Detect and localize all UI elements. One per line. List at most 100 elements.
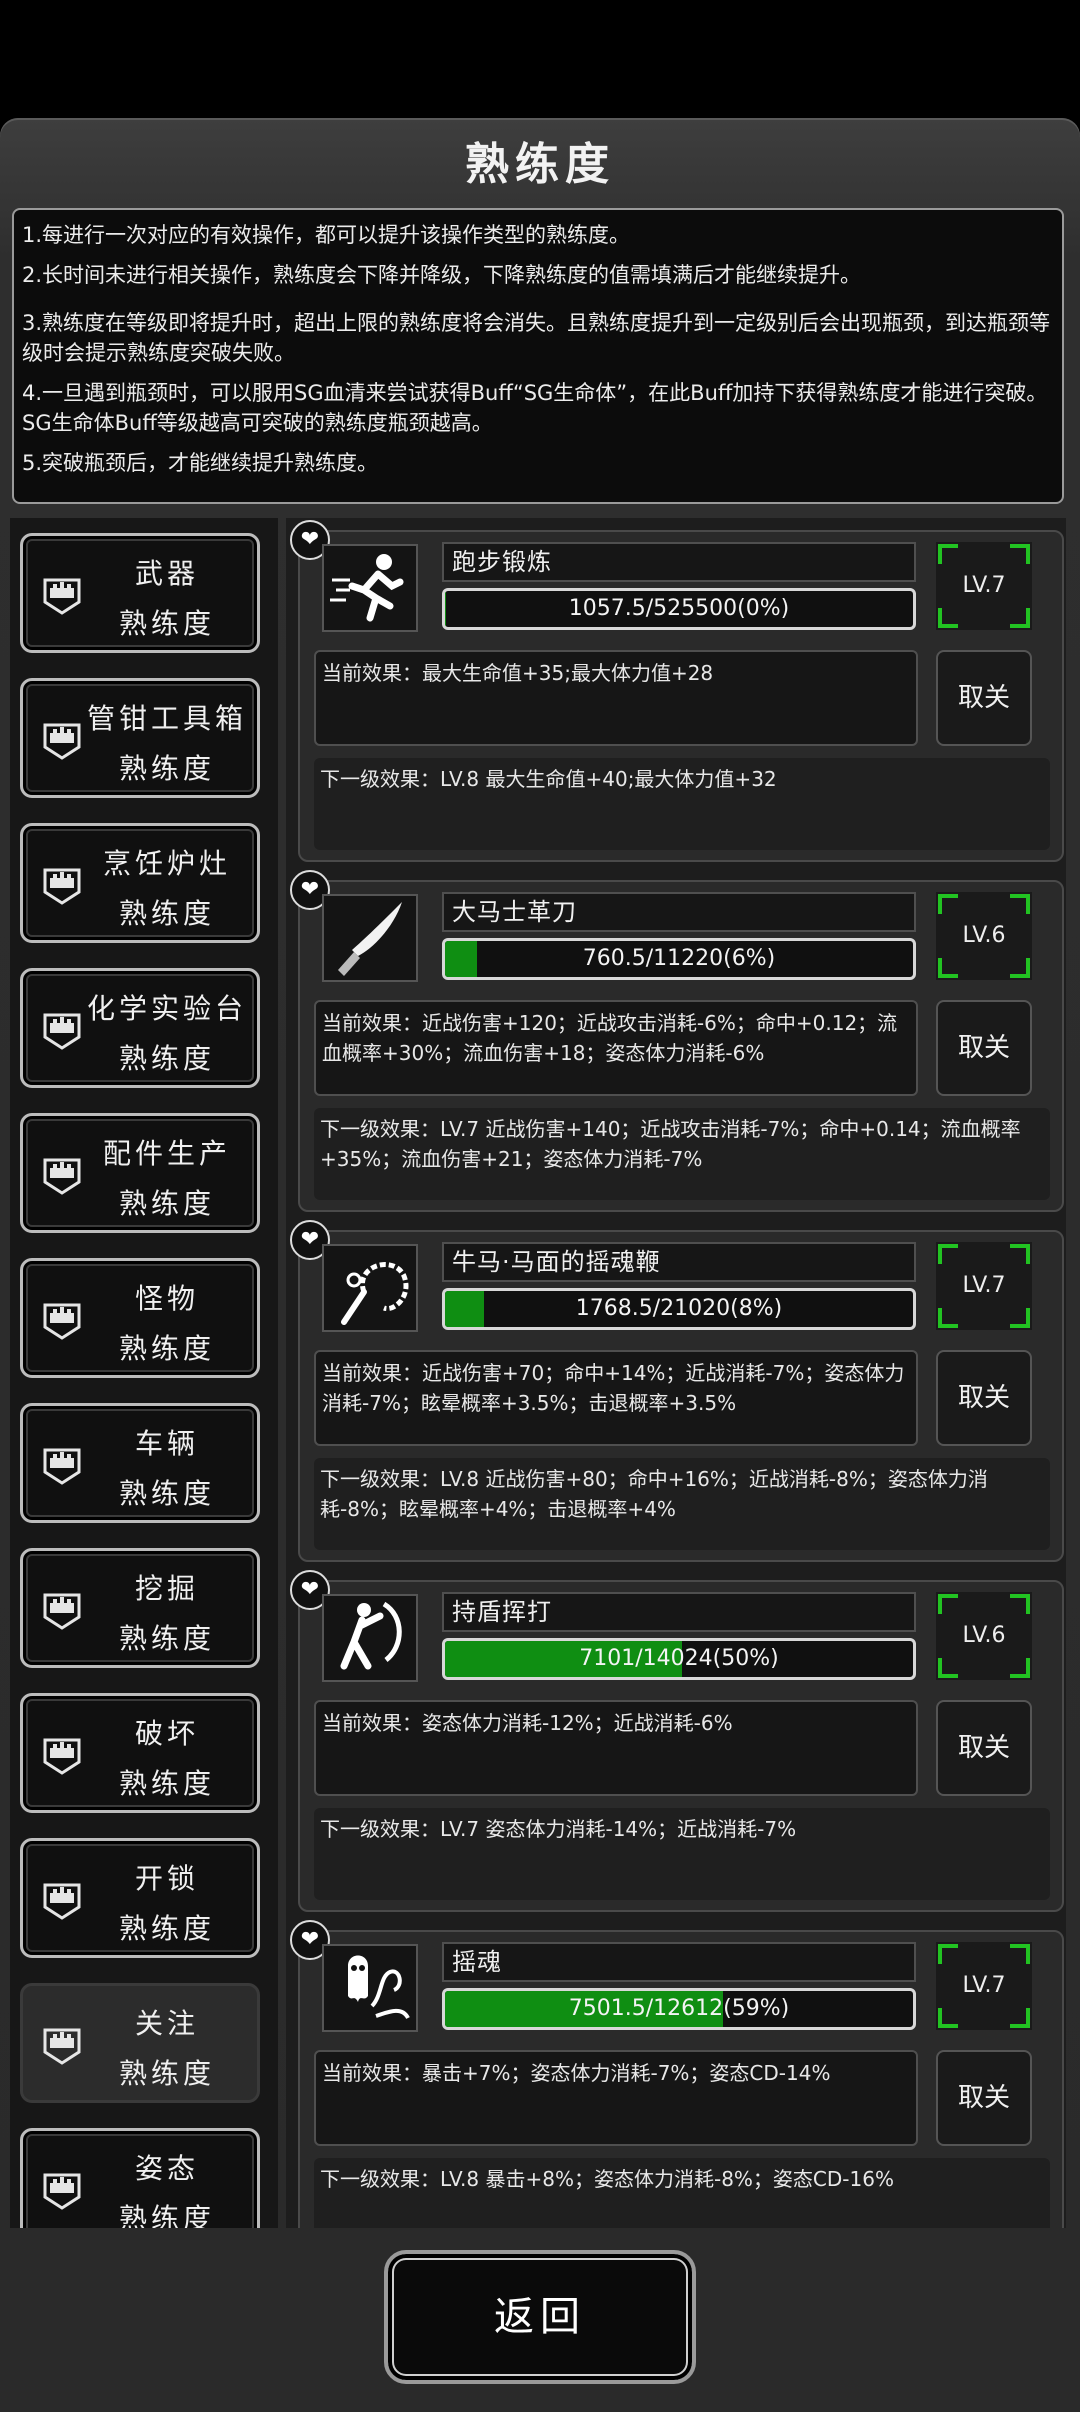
category-sublabel: 熟练度 <box>118 1622 215 1655</box>
corner-bracket-icon <box>1010 1658 1030 1678</box>
corner-bracket-icon <box>1010 2008 1030 2028</box>
skill-card: ❤ 摇魂 7501.5/12612(59%) LV.7 当前效果：暴击+7%；姿态体力消… <box>290 1920 1064 2228</box>
category-label: 关注 <box>134 2007 199 2040</box>
progress-bar: 760.5/11220(6%) <box>442 938 916 980</box>
progress-bar: 1057.5/525500(0%) <box>442 588 916 630</box>
description-line: 5.突破瓶颈后，才能继续提升熟练度。 <box>22 451 379 475</box>
level-text: LV.6 <box>962 923 1006 948</box>
description-box: 1.每进行一次对应的有效操作，都可以提升该操作类型的熟练度。 2.长时间未进行相… <box>12 208 1064 504</box>
category-label: 烹饪炉灶 <box>102 847 231 880</box>
category-tab[interactable]: 车辆 熟练度 <box>20 1403 260 1523</box>
level-text: LV.7 <box>962 1273 1006 1298</box>
skill-card: ❤ 牛马·马面的摇魂鞭 1768.5/21020(8%) LV.7 当前效果：近战伤害+… <box>290 1220 1064 1562</box>
category-label: 怪物 <box>134 1282 199 1315</box>
skill-list[interactable]: ❤ 跑步锻炼 1057.5/525500(0%) LV.7 当前效果：最大生命值+35;… <box>286 518 1066 2228</box>
corner-bracket-icon <box>938 544 958 564</box>
badge-icon <box>41 1591 83 1631</box>
category-tab[interactable]: 怪物 熟练度 <box>20 1258 260 1378</box>
corner-bracket-icon <box>938 2008 958 2028</box>
category-sublabel: 熟练度 <box>118 1477 215 1510</box>
badge-icon <box>41 1156 83 1196</box>
level-badge: LV.7 <box>936 1242 1032 1330</box>
badge-icon <box>41 1881 83 1921</box>
category-tab[interactable]: 关注 熟练度 <box>20 1983 260 2103</box>
category-sublabel: 熟练度 <box>118 607 215 640</box>
back-button[interactable]: 返回 <box>384 2250 696 2384</box>
skill-name: 跑步锻炼 <box>442 542 916 582</box>
category-sidebar[interactable]: 武器 熟练度 管钳工具箱 熟练度 烹饪炉灶 熟练度 化学实验台 熟练度 配件生产 熟练度 怪物 熟练度… <box>10 518 278 2228</box>
badge-icon <box>41 2026 83 2066</box>
progress-text: 1057.5/525500(0%) <box>568 596 790 621</box>
corner-bracket-icon <box>938 1594 958 1614</box>
skill-card: ❤ 大马士革刀 760.5/11220(6%) LV.6 当前效果：近战伤害+120；近… <box>290 870 1064 1212</box>
progress-text: 7101/14024(50%) <box>579 1646 779 1671</box>
category-sublabel: 熟练度 <box>118 2202 215 2228</box>
skill-name: 持盾挥打 <box>442 1592 916 1632</box>
knife-icon <box>322 894 418 982</box>
level-text: LV.6 <box>962 1623 1006 1648</box>
current-effect: 当前效果：近战伤害+70；命中+14%；近战消耗-7%；姿态体力消耗-7%；眩晕… <box>314 1350 918 1446</box>
category-label: 挖掘 <box>134 1572 199 1605</box>
progress-text: 760.5/11220(6%) <box>582 946 776 971</box>
corner-bracket-icon <box>938 1308 958 1328</box>
level-text: LV.7 <box>962 573 1006 598</box>
category-tab[interactable]: 姿态 熟练度 <box>20 2128 260 2228</box>
corner-bracket-icon <box>938 958 958 978</box>
category-label: 车辆 <box>134 1427 199 1460</box>
category-label: 姿态 <box>134 2152 199 2185</box>
skill-name: 牛马·马面的摇魂鞭 <box>442 1242 916 1282</box>
category-label: 开锁 <box>134 1862 199 1895</box>
corner-bracket-icon <box>1010 1308 1030 1328</box>
whip-icon <box>322 1244 418 1332</box>
category-sublabel: 熟练度 <box>118 1767 215 1800</box>
next-level-effect: 下一级效果：LV.8 最大生命值+40;最大体力值+32 <box>314 758 1050 850</box>
category-tab[interactable]: 挖掘 熟练度 <box>20 1548 260 1668</box>
category-tab[interactable]: 烹饪炉灶 熟练度 <box>20 823 260 943</box>
category-sublabel: 熟练度 <box>118 1912 215 1945</box>
category-tab[interactable]: 管钳工具箱 熟练度 <box>20 678 260 798</box>
badge-icon <box>41 1011 83 1051</box>
progress-text: 1768.5/21020(8%) <box>575 1296 783 1321</box>
description-line: 3.熟练度在等级即将提升时，超出上限的熟练度将会消失。且熟练度提升到一定级别后会… <box>22 311 1051 365</box>
corner-bracket-icon <box>1010 608 1030 628</box>
badge-icon <box>41 1446 83 1486</box>
current-effect: 当前效果：近战伤害+120；近战攻击消耗-6%；命中+0.12；流血概率+30%… <box>314 1000 918 1096</box>
unfollow-button[interactable]: 取关 <box>936 1700 1032 1796</box>
corner-bracket-icon <box>1010 544 1030 564</box>
current-effect: 当前效果：最大生命值+35;最大体力值+28 <box>314 650 918 746</box>
category-label: 化学实验台 <box>86 992 247 1025</box>
current-effect: 当前效果：暴击+7%；姿态体力消耗-7%；姿态CD-14% <box>314 2050 918 2146</box>
category-tab[interactable]: 配件生产 熟练度 <box>20 1113 260 1233</box>
category-sublabel: 熟练度 <box>118 1187 215 1220</box>
unfollow-button[interactable]: 取关 <box>936 1000 1032 1096</box>
skill-card: ❤ 持盾挥打 7101/14024(50%) LV.6 当前效果：姿态体力消耗-12%；… <box>290 1570 1064 1912</box>
corner-bracket-icon <box>938 1244 958 1264</box>
corner-bracket-icon <box>938 1658 958 1678</box>
unfollow-button[interactable]: 取关 <box>936 2050 1032 2146</box>
skill-name: 大马士革刀 <box>442 892 916 932</box>
current-effect: 当前效果：姿态体力消耗-12%；近战消耗-6% <box>314 1700 918 1796</box>
page-title: 熟练度 <box>465 139 615 190</box>
corner-bracket-icon <box>938 894 958 914</box>
corner-bracket-icon <box>938 608 958 628</box>
category-label: 破坏 <box>134 1717 199 1750</box>
category-tab[interactable]: 武器 熟练度 <box>20 533 260 653</box>
category-sublabel: 熟练度 <box>118 1042 215 1075</box>
description-line: 2.长时间未进行相关操作，熟练度会下降并降级，下降熟练度的值需填满后才能继续提升… <box>22 263 862 287</box>
unfollow-button[interactable]: 取关 <box>936 650 1032 746</box>
category-tab[interactable]: 破坏 熟练度 <box>20 1693 260 1813</box>
shield-strike-icon <box>322 1594 418 1682</box>
corner-bracket-icon <box>1010 1594 1030 1614</box>
level-badge: LV.6 <box>936 1592 1032 1680</box>
unfollow-button[interactable]: 取关 <box>936 1350 1032 1446</box>
category-tab[interactable]: 开锁 熟练度 <box>20 1838 260 1958</box>
corner-bracket-icon <box>1010 1244 1030 1264</box>
badge-icon <box>41 576 83 616</box>
level-badge: LV.7 <box>936 542 1032 630</box>
description-line: 4.一旦遇到瓶颈时，可以服用SG血清来尝试获得Buff“SG生命体”，在此Buf… <box>22 381 1048 435</box>
badge-icon <box>41 2171 83 2211</box>
category-tab[interactable]: 化学实验台 熟练度 <box>20 968 260 1088</box>
skill-card: ❤ 跑步锻炼 1057.5/525500(0%) LV.7 当前效果：最大生命值+35;… <box>290 520 1064 862</box>
next-level-effect: 下一级效果：LV.8 暴击+8%；姿态体力消耗-8%；姿态CD-16% <box>314 2158 1050 2228</box>
category-label: 管钳工具箱 <box>86 702 247 735</box>
